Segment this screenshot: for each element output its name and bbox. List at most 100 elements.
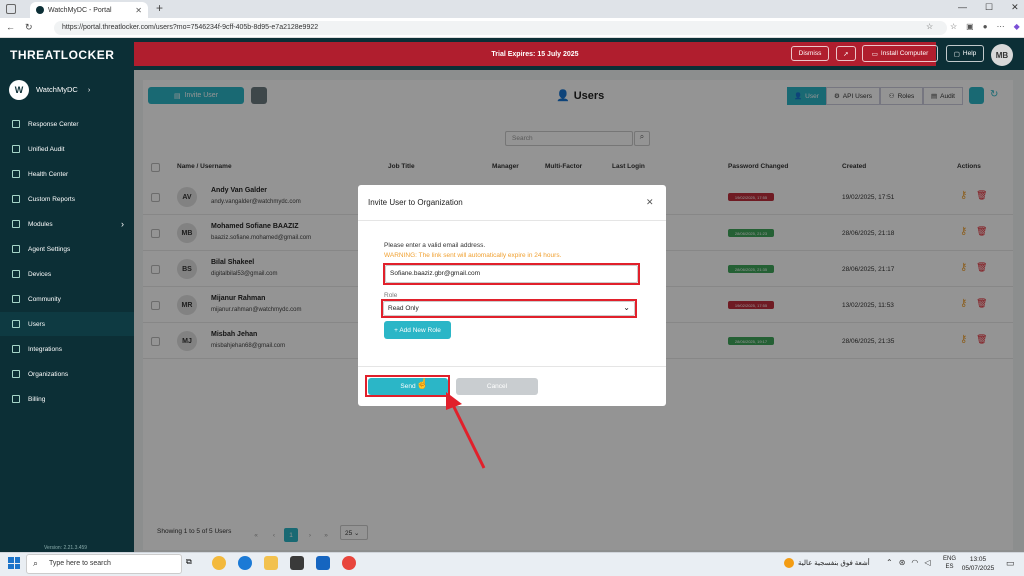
chevron-right-icon: ›	[121, 219, 124, 229]
sidebar-item-label: Integrations	[28, 345, 62, 353]
sidebar-item-organizations[interactable]: Organizations	[0, 362, 134, 386]
tab-title: WatchMyDC - Portal	[48, 6, 112, 14]
windows-start-icon[interactable]	[8, 557, 20, 569]
send-highlight	[365, 375, 450, 397]
workspace-avatar[interactable]: W	[9, 80, 29, 100]
monitor-icon	[12, 270, 20, 278]
notification-icon[interactable]: ▭	[1006, 558, 1015, 569]
url-field[interactable]: https://portal.threatlocker.com/users?mo…	[54, 21, 947, 35]
clock[interactable]: 13:05 05/07/2025	[960, 555, 996, 573]
favicon-icon	[36, 6, 44, 14]
rocket-button[interactable]: ➚	[836, 46, 856, 61]
workspace-name[interactable]: WatchMyDC ›	[36, 85, 90, 94]
billing-icon	[12, 395, 20, 403]
browser-tab[interactable]: WatchMyDC - Portal ✕	[30, 2, 148, 18]
clock-time: 13:05	[969, 556, 987, 563]
sidebar-item-label: Unified Audit	[28, 145, 65, 153]
help-label: Help	[962, 50, 977, 57]
sidebar-item-devices[interactable]: Devices	[0, 262, 134, 286]
maximize-icon[interactable]: ☐	[985, 2, 993, 13]
network-icon[interactable]: ⊛	[899, 558, 906, 567]
sidebar-item-health-center[interactable]: Health Center	[0, 162, 134, 186]
copilot-icon[interactable]: ◆	[1014, 22, 1020, 31]
tab-actions-icon[interactable]	[6, 4, 16, 14]
dismiss-button[interactable]: Dismiss	[791, 46, 829, 61]
address-bar: ← ↻ https://portal.threatlocker.com/user…	[0, 18, 1024, 38]
heart-icon	[12, 170, 20, 178]
agent-icon	[12, 245, 20, 253]
sidebar-item-integrations[interactable]: Integrations	[0, 337, 134, 361]
sidebar-item-modules[interactable]: Modules ›	[0, 212, 134, 236]
file-explorer-icon[interactable]	[264, 556, 278, 570]
sidebar-item-label: Community	[28, 295, 61, 303]
back-icon[interactable]: ←	[6, 22, 15, 33]
copilot-taskbar-icon[interactable]	[212, 556, 226, 570]
install-computer-button[interactable]: ▭ Install Computer	[862, 45, 938, 62]
refresh-icon[interactable]: ↻	[25, 22, 33, 33]
sidebar-item-agent-settings[interactable]: Agent Settings	[0, 237, 134, 261]
weather-icon[interactable]	[784, 558, 794, 568]
sidebar-item-label: Devices	[28, 270, 52, 278]
add-new-role-button[interactable]: + Add New Role	[384, 321, 451, 339]
close-tab-icon[interactable]: ✕	[135, 6, 142, 15]
favorite-star-icon[interactable]: ☆	[926, 22, 933, 31]
sidebar-item-label: Custom Reports	[28, 195, 75, 203]
edge-taskbar-icon[interactable]	[238, 556, 252, 570]
sidebar-item-unified-audit[interactable]: Unified Audit	[0, 137, 134, 161]
language-indicator[interactable]: ENG ES	[943, 555, 956, 571]
collections-icon[interactable]: ▣	[966, 22, 974, 31]
sidebar-item-community[interactable]: Community	[0, 287, 134, 311]
modal-title: Invite User to Organization	[368, 198, 463, 207]
report-icon	[12, 195, 20, 203]
sidebar-item-billing[interactable]: Billing	[0, 387, 134, 411]
community-icon	[12, 295, 20, 303]
install-computer-label: Install Computer	[880, 50, 929, 57]
language-bottom: ES	[945, 564, 954, 570]
weather-text[interactable]: أشعة فوق بنفسجية عالية	[798, 559, 870, 567]
user-icon	[12, 320, 20, 328]
sidebar-item-response-center[interactable]: Response Center	[0, 112, 134, 136]
search-icon: ⌕	[33, 558, 39, 568]
profile-icon[interactable]: ●	[983, 22, 988, 31]
url-text: https://portal.threatlocker.com/users?mo…	[62, 24, 319, 31]
outlook-icon[interactable]	[316, 556, 330, 570]
wifi-icon[interactable]: ◠	[911, 558, 918, 567]
rocket-icon: ➚	[843, 50, 849, 58]
modal-close-icon[interactable]: ✕	[646, 197, 654, 208]
chevron-up-icon[interactable]: ⌃	[886, 558, 893, 567]
favorites-icon[interactable]: ☆	[950, 22, 957, 31]
sidebar-item-label: Health Center	[28, 170, 69, 178]
sidebar-item-label: Organizations	[28, 370, 69, 378]
modal-divider	[358, 220, 666, 221]
sidebar-item-custom-reports[interactable]: Custom Reports	[0, 187, 134, 211]
close-window-icon[interactable]: ✕	[1011, 2, 1019, 13]
invite-user-modal	[358, 185, 666, 406]
sidebar-item-label: Response Center	[28, 120, 79, 128]
help-button[interactable]: ▢ Help	[946, 45, 984, 62]
sidebar-item-label: Agent Settings	[28, 245, 71, 253]
task-view-icon[interactable]: ⧉	[186, 557, 200, 571]
document-icon	[12, 145, 20, 153]
sidebar-item-label: Users	[28, 320, 45, 328]
user-avatar[interactable]: MB	[991, 44, 1013, 66]
annotation-arrow	[446, 392, 486, 469]
store-icon[interactable]	[290, 556, 304, 570]
version-label: Version: 2.21.3.459	[44, 545, 88, 551]
taskbar-search-input[interactable]: ⌕ Type here to search	[26, 554, 182, 574]
chrome-icon[interactable]	[342, 556, 356, 570]
trial-text: Trial Expires: 15 July 2025	[491, 50, 579, 58]
organization-icon	[12, 370, 20, 378]
more-icon[interactable]: ⋯	[997, 22, 1005, 31]
list-icon	[12, 120, 20, 128]
role-label: Role	[384, 292, 398, 299]
modal-instruction: Please enter a valid email address.	[384, 242, 486, 249]
help-icon: ▢	[953, 50, 960, 58]
new-tab-icon[interactable]: +	[156, 1, 163, 15]
language-top: ENG	[943, 556, 957, 562]
modal-footer-divider	[358, 366, 666, 367]
minimize-icon[interactable]: —	[958, 2, 967, 13]
cursor-pointer-icon: ☝	[416, 379, 429, 390]
sidebar-item-users[interactable]: Users	[0, 312, 134, 336]
modal-warning: WARNING: The link sent will automaticall…	[384, 252, 562, 259]
volume-icon[interactable]: ◁	[924, 558, 930, 567]
